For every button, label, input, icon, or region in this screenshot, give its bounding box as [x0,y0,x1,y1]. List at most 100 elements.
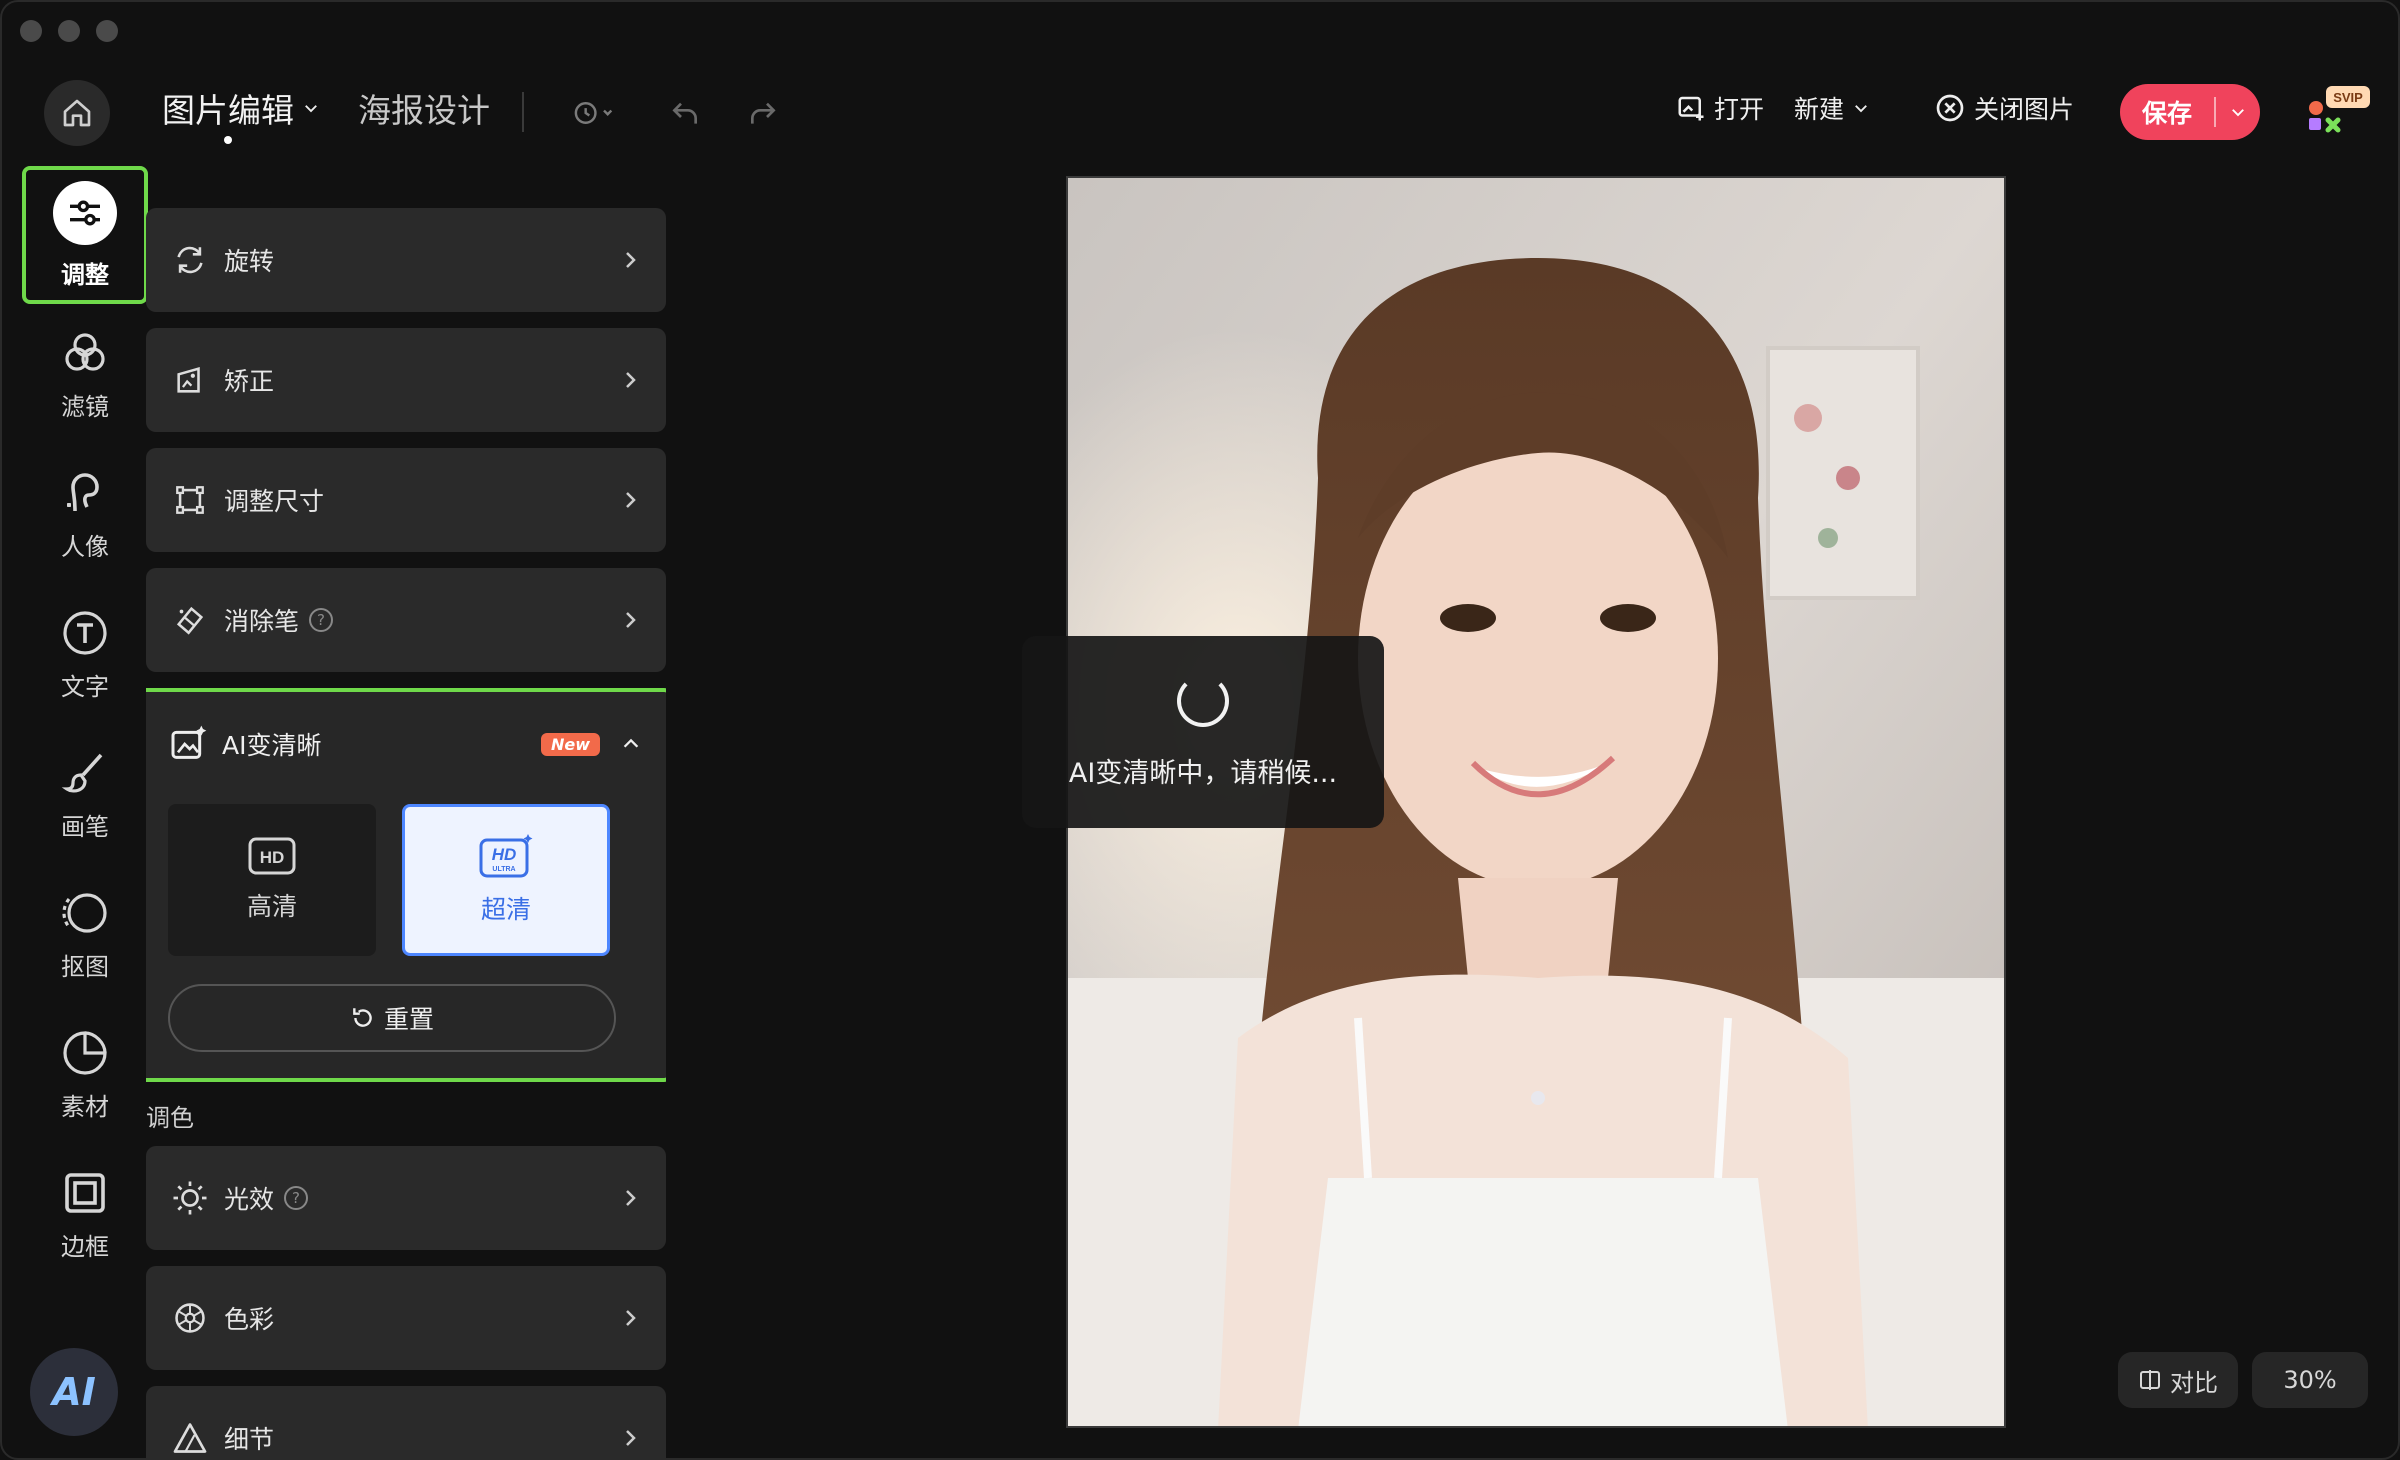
card-label: 矫正 [224,367,275,396]
chevron-right-icon [626,252,636,268]
chevron-right-icon [626,612,636,628]
frame-icon [65,1172,105,1213]
undo-button[interactable] [662,90,708,136]
save-options-button[interactable] [2216,103,2260,121]
open-button[interactable]: 打开 [1676,90,1764,126]
loading-text: AI变清晰中，请稍候... [1068,757,1338,789]
chevron-right-icon [626,1430,636,1446]
window-controls [20,20,118,42]
active-tab-indicator [224,136,232,144]
text-icon [63,610,107,655]
ai-enhance-title: AI变清晰 [222,731,322,760]
rail-item-label: 人像 [61,532,109,561]
open-label: 打开 [1714,95,1765,124]
card-eraser[interactable]: 消除笔 ? [146,568,666,672]
undo-icon [672,102,697,124]
reset-label: 重置 [383,1005,434,1034]
new-button[interactable]: 新建 [1794,90,1870,126]
rail-item-text[interactable]: 文字 [22,586,148,724]
chevron-down-icon [2232,109,2244,117]
rail-item-label: 素材 [61,1092,109,1121]
ultra-hd-icon-text: HD [492,845,517,864]
redo-button[interactable] [740,90,786,136]
straighten-icon [170,360,210,400]
compare-label: 对比 [2170,1368,2218,1397]
card-color[interactable]: 色彩 [146,1266,666,1370]
card-label-row: 消除笔 ? [224,602,618,638]
rail-item-frame[interactable]: 边框 [22,1146,148,1284]
option-ultra-hd-label: 超清 [480,895,531,924]
rail-item-adjust[interactable]: 调整 [22,166,148,304]
svip-apps-button[interactable]: SVIP [2302,82,2372,142]
app-window: 图片编辑 海报设计 打开 新建 关闭图片 保存 SVIP 调整 滤镜 人像 文字… [0,0,2400,1460]
tab-poster-design[interactable]: 海报设计 [358,84,490,132]
reset-icon [353,1008,372,1027]
option-hd-button[interactable]: HD 高清 [168,804,376,956]
zoom-level: 30% [2283,1366,2337,1394]
redo-icon [751,102,776,124]
rail-item-label: 画笔 [61,812,109,841]
svip-badge: SVIP [2333,90,2363,105]
card-straighten[interactable]: 矫正 [146,328,666,432]
section-title-color: 调色 [146,1104,194,1132]
chevron-right-icon [626,1310,636,1326]
ai-logo-text: AI [52,1370,96,1414]
tab-image-edit-label: 图片编辑 [162,91,294,130]
close-circle-icon [1936,94,1964,122]
card-label: 色彩 [224,1305,275,1334]
close-image-button[interactable]: 关闭图片 [1934,90,2074,126]
apps-grid-icon: SVIP [2309,86,2370,133]
compare-button[interactable]: 对比 [2118,1352,2238,1408]
new-badge: New [540,732,600,756]
window-zoom-button[interactable] [96,20,118,42]
rail-item-portrait[interactable]: 人像 [22,446,148,584]
enhance-loading-overlay: AI变清晰中，请稍候... [1022,636,1384,828]
rail-item-label: 抠图 [61,952,109,981]
cutout-icon [62,892,107,933]
chevron-right-icon [626,1190,636,1206]
card-resize[interactable]: 调整尺寸 [146,448,666,552]
card-label: 光效 [224,1185,275,1214]
card-rotate[interactable]: 旋转 [146,208,666,312]
close-image-label: 关闭图片 [1974,95,2075,124]
sliders-icon [53,180,117,245]
adjust-panel: 旋转 矫正 调整尺寸 消除笔 ? AI变清晰 New HD 高清 HD ULTR… [146,152,666,1458]
option-ultra-hd-button[interactable]: HD ULTRA 超清 [402,804,610,956]
save-button[interactable]: 保存 [2120,84,2260,140]
history-button[interactable] [558,90,628,136]
help-icon[interactable]: ? [309,608,334,632]
home-icon [63,99,91,127]
hd-icon: HD [248,837,296,875]
card-detail[interactable]: 细节 [146,1386,666,1458]
sticker-icon [63,1030,107,1075]
option-hd-label: 高清 [246,892,297,921]
history-icon [574,102,613,124]
rail-item-sticker[interactable]: 素材 [22,1006,148,1144]
eraser-icon [170,600,210,640]
color-wheel-icon [170,1298,210,1338]
compare-icon [2140,1370,2160,1390]
toolbar-divider [522,92,524,132]
chevron-up-icon[interactable] [620,733,642,755]
help-icon[interactable]: ? [284,1186,309,1210]
rail-item-brush[interactable]: 画笔 [22,726,148,864]
window-minimize-button[interactable] [58,20,80,42]
card-light-effect[interactable]: 光效 ? [146,1146,666,1250]
zoom-level-button[interactable]: 30% [2252,1352,2368,1408]
rail-item-cutout[interactable]: 抠图 [22,866,148,1004]
ultra-hd-icon: HD ULTRA [479,834,533,878]
ai-enhance-icon [171,725,207,759]
reset-button[interactable]: 重置 [168,984,616,1052]
resize-icon [170,480,210,520]
ai-assistant-button[interactable]: AI [30,1348,118,1436]
triangle-icon [170,1418,210,1458]
home-button[interactable] [44,80,110,146]
tab-image-edit[interactable]: 图片编辑 [162,84,320,132]
portrait-icon [67,472,99,511]
chevron-right-icon [626,372,636,388]
window-close-button[interactable] [20,20,42,42]
save-label: 保存 [2141,99,2192,128]
ai-enhance-header[interactable]: AI变清晰 New [168,722,642,766]
rail-item-filter[interactable]: 滤镜 [22,306,148,444]
chevron-down-icon [305,105,317,113]
